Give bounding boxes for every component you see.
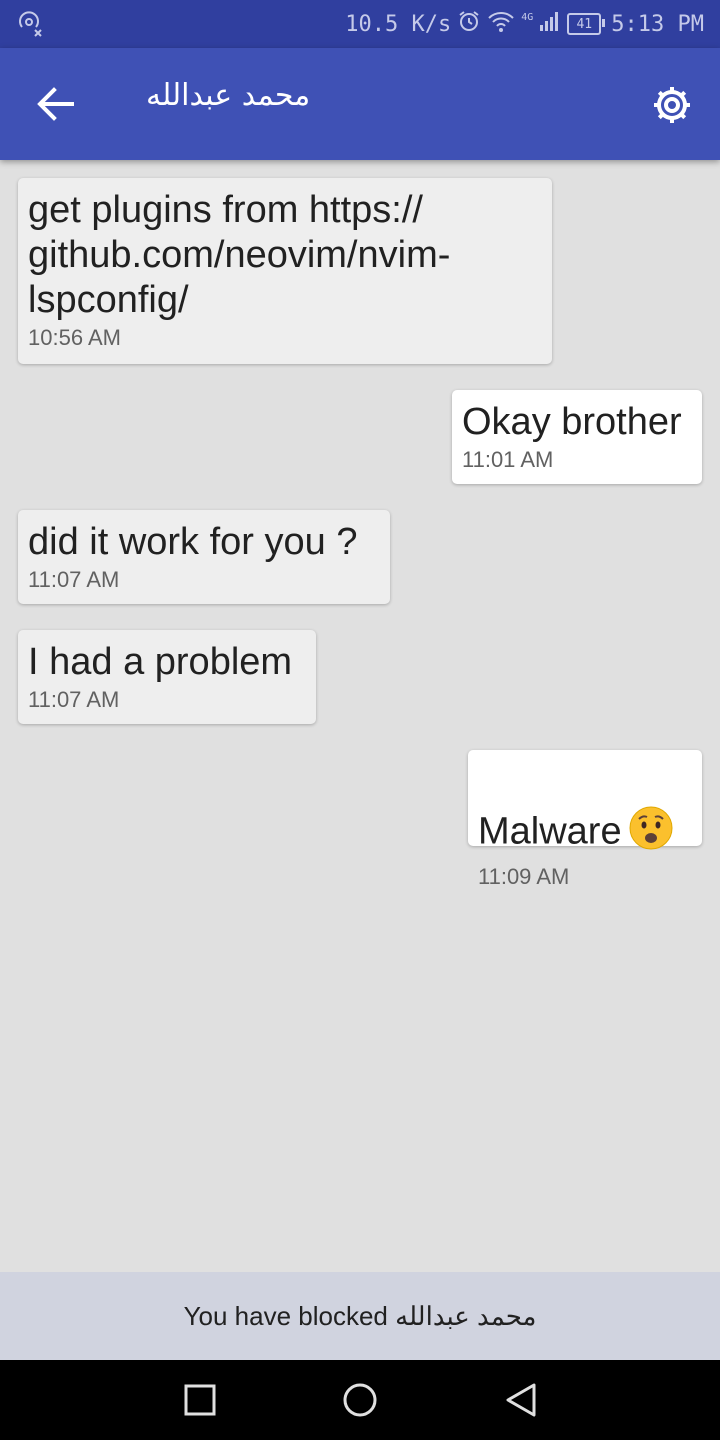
recents-square-icon[interactable] [184, 1382, 216, 1422]
gear-icon[interactable] [651, 84, 693, 130]
status-bar: 10.5 K/s 4G 41 5:13 PM [0, 0, 720, 48]
alarm-icon [457, 9, 481, 39]
message-bubble-incoming[interactable]: get plugins from https:// github.com/neo… [18, 178, 552, 364]
back-triangle-icon[interactable] [504, 1382, 538, 1422]
battery-indicator: 41 [567, 13, 606, 35]
worried-face-icon [628, 805, 674, 862]
message-bubble-outgoing[interactable]: Malware 11:09 AM [468, 750, 702, 889]
message-time: 11:09 AM [478, 864, 570, 889]
network-type: 4G [521, 12, 534, 23]
message-text: did it work for you ? [28, 521, 358, 563]
message-bubble-incoming[interactable]: I had a problem 11:07 AM [18, 630, 316, 724]
network-speed: 10.5 K/s [345, 11, 452, 37]
message-content: Malware [478, 760, 692, 862]
message-bubble-incoming[interactable]: did it work for you ? 11:07 AM [18, 510, 390, 604]
message-text: I had a problem [28, 641, 293, 683]
blocked-contact-name: محمد عبدالله [395, 1300, 537, 1331]
message-text: Malware [478, 810, 622, 853]
hotspot-icon [18, 11, 44, 41]
message-text: Okay brother [462, 401, 682, 443]
clock: 5:13 PM [611, 11, 704, 37]
back-arrow-icon[interactable] [36, 86, 74, 126]
blocked-prefix: You have blocked [183, 1300, 388, 1331]
message-text: get plugins from https:// github.com/neo… [28, 189, 451, 321]
home-circle-icon[interactable] [342, 1382, 378, 1422]
blocked-notice: You have blocked محمد عبدالله [0, 1272, 720, 1360]
blocked-text: You have blocked محمد عبدالله [184, 1301, 537, 1332]
app-bar: محمد عبدالله [0, 48, 720, 160]
message-time: 11:07 AM [28, 567, 120, 592]
message-time: 10:56 AM [28, 325, 121, 350]
signal-icon [539, 10, 561, 38]
message-time: 11:07 AM [28, 687, 120, 712]
message-time: 11:01 AM [462, 447, 554, 472]
wifi-icon [487, 9, 515, 39]
system-nav-bar [0, 1360, 720, 1440]
page-title: محمد عبدالله [146, 78, 311, 113]
message-bubble-outgoing[interactable]: Okay brother 11:01 AM [452, 390, 702, 484]
